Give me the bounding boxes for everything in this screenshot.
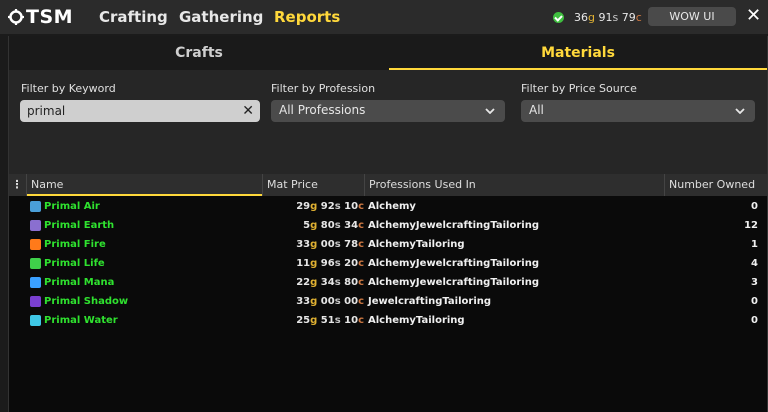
number-owned: 0 xyxy=(751,296,758,307)
material-name[interactable]: Primal Fire xyxy=(44,235,106,254)
primal-life-icon xyxy=(30,258,41,269)
chevron-down-icon xyxy=(735,108,745,114)
mat-price: 33g 00s 00c xyxy=(296,296,364,307)
reports-frame: Crafts Materials Filter by Keyword ✕ Fil… xyxy=(8,36,768,412)
table-row[interactable]: Primal Earth 5g 80s 34c AlchemyJewelcrafti… xyxy=(9,216,767,235)
price-source-value: All xyxy=(529,103,544,117)
table-row[interactable]: Primal Mana 22g 34s 80c AlchemyJewelcrafti… xyxy=(9,273,767,292)
number-owned: 3 xyxy=(751,277,758,288)
primal-fire-icon xyxy=(30,239,41,250)
silver-amount: 91 xyxy=(598,10,613,24)
number-owned: 12 xyxy=(744,220,758,231)
number-owned: 0 xyxy=(751,201,758,212)
primal-earth-icon xyxy=(30,220,41,231)
col-name[interactable]: Name xyxy=(26,174,262,196)
copper-amount: 79 xyxy=(621,10,636,24)
col-mat-price[interactable]: Mat Price xyxy=(262,174,364,196)
table-row[interactable]: Primal Shadow 33g 00s 00c JewelcraftingTai… xyxy=(9,292,767,311)
top-bar: TSM Crafting Gathering Reports 36 g 91 s 7… xyxy=(0,0,768,34)
col-number-owned[interactable]: Number Owned xyxy=(664,174,767,196)
price-source-dropdown[interactable]: All xyxy=(521,100,755,122)
filters-panel: Filter by Keyword ✕ Filter by Profession… xyxy=(9,70,767,174)
col-professions[interactable]: Professions Used In xyxy=(364,174,664,196)
table-row[interactable]: Primal Life 11g 96s 20c AlchemyJewelcrafti… xyxy=(9,254,767,273)
mat-price: 33g 00s 78c xyxy=(296,239,364,250)
professions-used-in: AlchemyJewelcraftingTailoring xyxy=(368,258,539,269)
professions-used-in: AlchemyTailoring xyxy=(368,315,465,326)
material-name[interactable]: Primal Shadow xyxy=(44,292,128,311)
professions-used-in: AlchemyJewelcraftingTailoring xyxy=(368,277,539,288)
table-row[interactable]: Primal Air 29g 92s 10c Alchemy 0 xyxy=(9,197,767,216)
nav-crafting[interactable]: Crafting xyxy=(99,8,168,26)
nav-reports[interactable]: Reports xyxy=(274,8,340,26)
material-name[interactable]: Primal Mana xyxy=(44,273,114,292)
material-name[interactable]: Primal Air xyxy=(44,197,100,216)
gold-display: 36 g 91 s 79 c xyxy=(553,9,642,25)
profession-filter-label: Filter by Profession xyxy=(271,82,376,95)
number-owned: 1 xyxy=(751,239,758,250)
logo-text: TSM xyxy=(26,6,74,28)
clear-icon[interactable]: ✕ xyxy=(242,102,254,120)
primal-air-icon xyxy=(30,201,41,212)
material-name[interactable]: Primal Water xyxy=(44,311,118,330)
price-source-filter-label: Filter by Price Source xyxy=(521,82,637,95)
profession-dropdown[interactable]: All Professions xyxy=(271,100,505,122)
tab-materials[interactable]: Materials xyxy=(389,36,767,70)
mat-price: 5g 80s 34c xyxy=(303,220,364,231)
primal-shadow-icon xyxy=(30,296,41,307)
nav-gathering[interactable]: Gathering xyxy=(179,8,263,26)
subtab-bar: Crafts Materials xyxy=(9,36,767,70)
gear-icon xyxy=(8,9,24,25)
profession-value: All Professions xyxy=(279,103,366,117)
close-icon[interactable]: ✕ xyxy=(746,6,761,26)
mat-price: 11g 96s 20c xyxy=(296,258,364,269)
table-header: ⋮ Name Mat Price Professions Used In Num… xyxy=(9,174,767,196)
material-name[interactable]: Primal Life xyxy=(44,254,105,273)
keyword-input[interactable] xyxy=(27,102,227,120)
keyword-search: ✕ xyxy=(20,100,260,122)
mat-price: 25g 51s 10c xyxy=(296,315,364,326)
chevron-down-icon xyxy=(485,108,495,114)
tsm-logo: TSM xyxy=(8,6,73,28)
number-owned: 4 xyxy=(751,258,758,269)
gold-amount: 36 xyxy=(574,10,588,24)
number-owned: 0 xyxy=(751,315,758,326)
keyword-filter-label: Filter by Keyword xyxy=(21,82,116,95)
wow-ui-button[interactable]: WOW UI xyxy=(648,7,736,26)
professions-used-in: AlchemyTailoring xyxy=(368,239,465,250)
primal-water-icon xyxy=(30,315,41,326)
material-name[interactable]: Primal Earth xyxy=(44,216,114,235)
table-row[interactable]: Primal Water 25g 51s 10c AlchemyTailoring 0 xyxy=(9,311,767,330)
primal-mana-icon xyxy=(30,277,41,288)
table-row[interactable]: Primal Fire 33g 00s 78c AlchemyTailoring 1 xyxy=(9,235,767,254)
professions-used-in: JewelcraftingTailoring xyxy=(368,296,492,307)
professions-used-in: AlchemyJewelcraftingTailoring xyxy=(368,220,539,231)
mat-price: 29g 92s 10c xyxy=(296,201,364,212)
check-icon xyxy=(553,11,564,23)
tab-crafts[interactable]: Crafts xyxy=(9,36,389,70)
professions-used-in: Alchemy xyxy=(368,201,416,212)
mat-price: 22g 34s 80c xyxy=(296,277,364,288)
column-menu-icon[interactable]: ⋮ xyxy=(9,174,25,196)
